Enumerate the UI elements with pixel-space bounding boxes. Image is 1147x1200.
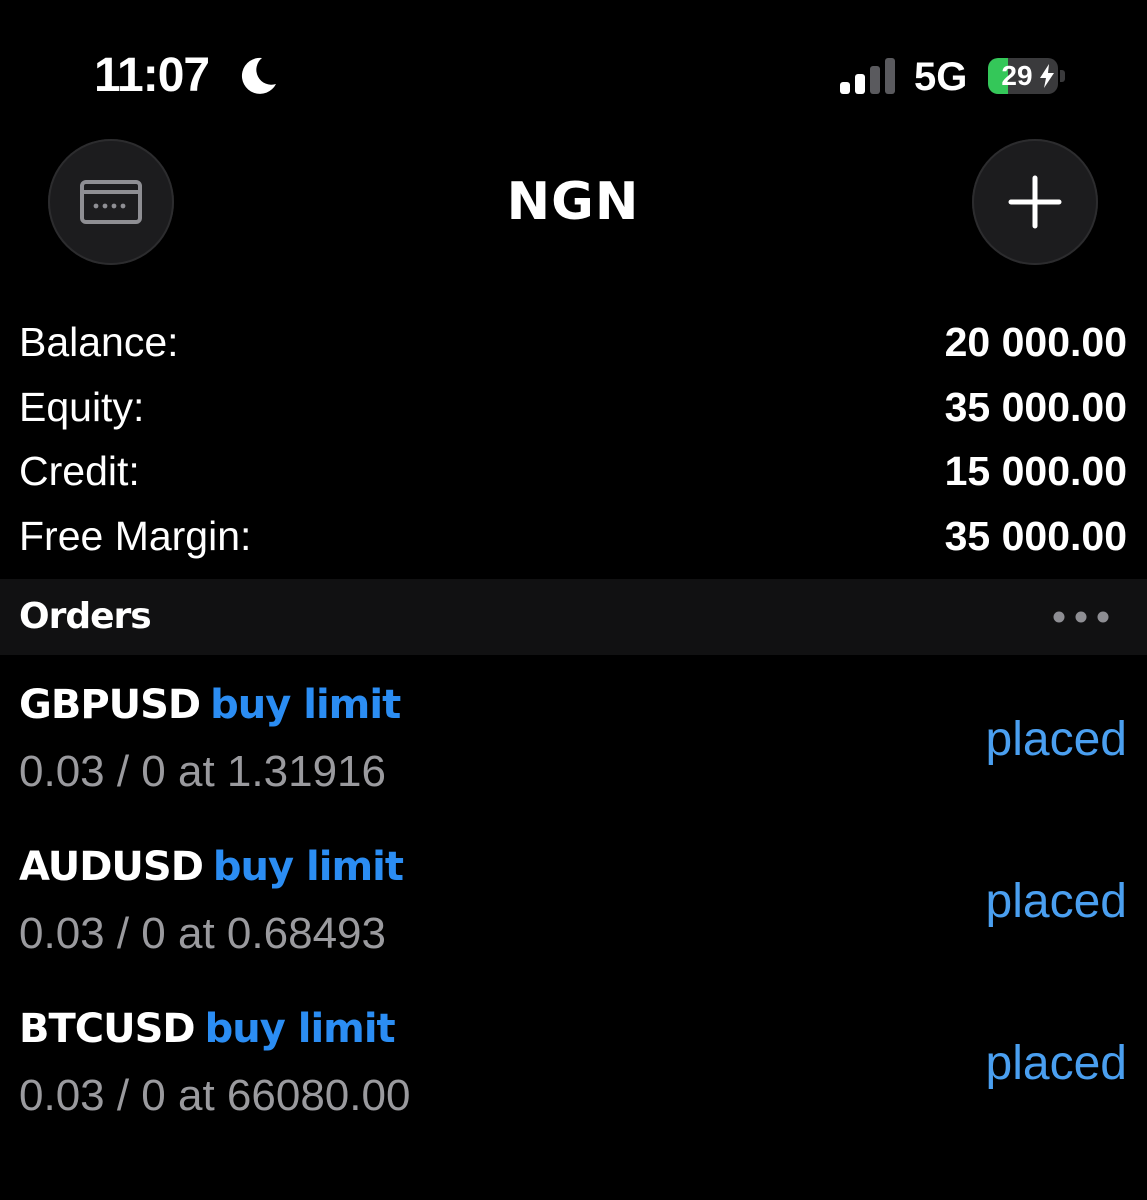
order-symbol: BTCUSD (19, 1006, 196, 1052)
plus-icon (1008, 175, 1062, 229)
summary-value: 35 000.00 (944, 383, 1127, 430)
order-detail: 0.03 / 0 at 0.68493 (19, 909, 386, 958)
summary-label: Free Margin: (19, 512, 252, 559)
orders-title: Orders (19, 596, 152, 637)
charging-bolt-icon (1040, 64, 1054, 88)
order-type: buy limit (212, 844, 404, 890)
summary-label: Credit: (19, 448, 140, 494)
account-summary: Balance: 20 000.00 Equity: 35 000.00 Cre… (0, 310, 1147, 568)
summary-label: Balance: (19, 319, 179, 365)
order-list: GBPUSD buy limit 0.03 / 0 at 1.31916 plac… (0, 668, 1147, 1154)
summary-row-credit: Credit: 15 000.00 (0, 439, 1147, 504)
more-horizontal-icon[interactable] (1051, 607, 1111, 627)
battery-indicator: 29 (988, 58, 1068, 94)
summary-value: 20 000.00 (944, 319, 1127, 365)
battery-cap (1060, 70, 1065, 82)
status-bar: 11:07 5G 29 (0, 0, 1147, 150)
network-type: 5G (914, 55, 968, 99)
card-icon (80, 180, 142, 224)
order-symbol-line: BTCUSD buy limit (19, 1002, 396, 1056)
status-time: 11:07 (94, 49, 210, 102)
cellular-signal-icon (840, 58, 895, 94)
summary-row-balance: Balance: 20 000.00 (0, 310, 1147, 375)
order-detail: 0.03 / 0 at 1.31916 (19, 747, 386, 796)
order-status: placed (985, 875, 1127, 928)
battery-level: 29 (1001, 60, 1033, 91)
order-row[interactable]: GBPUSD buy limit 0.03 / 0 at 1.31916 plac… (0, 668, 1147, 830)
order-type: buy limit (210, 682, 401, 728)
card-button[interactable] (48, 139, 174, 265)
orders-section-header: Orders (0, 579, 1147, 655)
order-symbol-line: GBPUSD buy limit (19, 678, 401, 732)
order-symbol: AUDUSD (19, 844, 204, 890)
order-symbol: GBPUSD (19, 682, 201, 728)
summary-row-free-margin: Free Margin: 35 000.00 (0, 504, 1147, 569)
order-row[interactable]: BTCUSD buy limit 0.03 / 0 at 66080.00 pla… (0, 992, 1147, 1154)
order-status: placed (985, 1037, 1127, 1090)
order-detail: 0.03 / 0 at 66080.00 (19, 1071, 411, 1120)
summary-value: 35 000.00 (944, 512, 1127, 559)
page-title: NGN (506, 172, 640, 232)
summary-label: Equity: (19, 383, 145, 430)
order-row[interactable]: AUDUSD buy limit 0.03 / 0 at 0.68493 plac… (0, 830, 1147, 992)
moon-icon (241, 57, 276, 94)
order-type: buy limit (204, 1006, 396, 1052)
add-button[interactable] (972, 139, 1098, 265)
summary-value: 15 000.00 (944, 448, 1127, 494)
order-status: placed (985, 713, 1127, 766)
summary-row-equity: Equity: 35 000.00 (0, 375, 1147, 440)
order-symbol-line: AUDUSD buy limit (19, 840, 404, 894)
battery-body: 29 (988, 58, 1058, 94)
